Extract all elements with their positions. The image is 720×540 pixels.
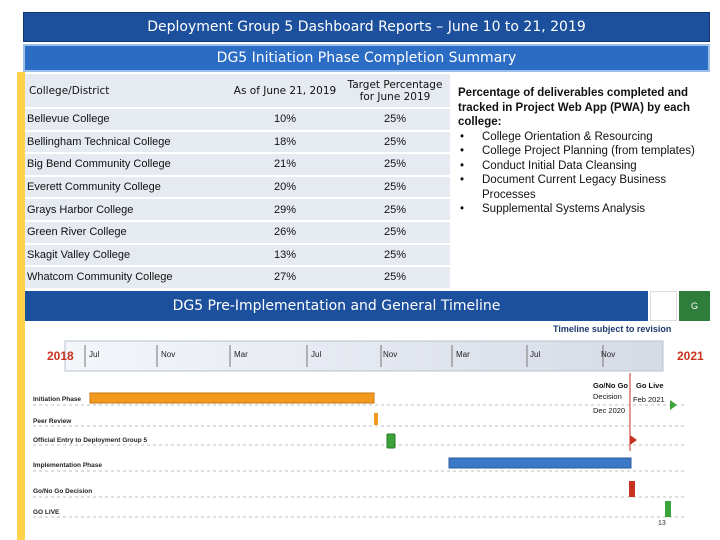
table-row: Grays Harbor College 29% 25%	[25, 198, 450, 222]
column-header-as-of: As of June 21, 2019	[230, 74, 340, 109]
status-badge: G	[679, 291, 710, 321]
timeline-subtitle: Timeline subject to revision	[553, 324, 671, 334]
target-value: 25%	[340, 243, 450, 268]
implementation-phase-bar	[448, 457, 632, 469]
list-item: Conduct Initial Data Cleansing	[458, 159, 706, 174]
target-value: 25%	[340, 220, 450, 245]
month-label: Nov	[161, 350, 175, 359]
dashboard-title: Deployment Group 5 Dashboard Reports – J…	[23, 12, 710, 42]
table-header-row: College/District As of June 21, 2019 Tar…	[25, 74, 450, 109]
month-label: Mar	[456, 350, 470, 359]
college-name: Skagit Valley College	[25, 243, 230, 268]
timeline-gantt: Timeline subject to revision 2018 2021 J…	[33, 324, 704, 527]
completion-summary-table: College/District As of June 21, 2019 Tar…	[25, 74, 450, 290]
college-name: Big Bend Community College	[25, 153, 230, 177]
end-year: 2021	[677, 349, 704, 363]
gantt-row-label: Go/No Go Decision	[33, 488, 92, 495]
timeline-axis-bar	[64, 340, 664, 372]
left-accent-strip	[17, 72, 25, 540]
month-label: Mar	[234, 350, 248, 359]
college-name: Green River College	[25, 220, 230, 245]
gonogo-arrow-icon	[630, 435, 637, 445]
completion-value: 26%	[230, 220, 340, 245]
notes-list: College Orientation & Resourcing College…	[458, 130, 706, 217]
table-row: Bellevue College 10% 25%	[25, 108, 450, 132]
target-value: 25%	[340, 266, 450, 290]
target-value: 25%	[340, 153, 450, 177]
table-row: Big Bend Community College 21% 25%	[25, 153, 450, 177]
gantt-row-label: Initiation Phase	[33, 396, 81, 403]
initiation-phase-bar	[89, 392, 375, 404]
target-value: 25%	[340, 175, 450, 200]
completion-value: 13%	[230, 243, 340, 268]
list-item: Supplemental Systems Analysis	[458, 202, 706, 217]
completion-value: 21%	[230, 153, 340, 177]
section-title: DG5 Initiation Phase Completion Summary	[23, 44, 710, 72]
gonogo-date: Dec 2020	[593, 406, 625, 415]
golive-marker	[665, 501, 671, 517]
start-year: 2018	[47, 349, 74, 363]
completion-value: 18%	[230, 130, 340, 155]
month-label: Jul	[311, 350, 321, 359]
month-label: Jul	[89, 350, 99, 359]
target-value: 25%	[340, 198, 450, 222]
table-row: Everett Community College 20% 25%	[25, 175, 450, 200]
gonogo-sub: Decision	[593, 392, 622, 401]
month-label: Jul	[530, 350, 540, 359]
gantt-row-label: Official Entry to Deployment Group 5	[33, 437, 148, 444]
gantt-row-label: GO LIVE	[33, 509, 60, 516]
table-row: Bellingham Technical College 18% 25%	[25, 130, 450, 155]
completion-value: 10%	[230, 108, 340, 132]
month-label: Nov	[383, 350, 397, 359]
completion-value: 27%	[230, 266, 340, 290]
column-header-target: Target Percentage for June 2019	[340, 74, 450, 109]
completion-value: 29%	[230, 198, 340, 222]
list-item: College Project Planning (from templates…	[458, 144, 706, 159]
deliverables-notes: Percentage of deliverables completed and…	[453, 74, 710, 292]
peer-review-bar	[374, 413, 378, 425]
completion-value: 20%	[230, 175, 340, 200]
notes-title: Percentage of deliverables completed and…	[458, 87, 690, 128]
target-value: 25%	[340, 108, 450, 132]
college-name: Grays Harbor College	[25, 198, 230, 222]
table-row: Whatcom Community College 27% 25%	[25, 266, 450, 290]
college-name: Bellingham Technical College	[25, 130, 230, 155]
month-label: Nov	[601, 350, 615, 359]
gonogo-decision-marker	[629, 481, 635, 497]
golive-label: Go Live	[636, 381, 664, 390]
gantt-row-label: Implementation Phase	[33, 462, 102, 469]
list-item: College Orientation & Resourcing	[458, 130, 706, 145]
gantt-row-label: Peer Review	[33, 418, 72, 425]
table-row: Green River College 26% 25%	[25, 220, 450, 245]
table-row: Skagit Valley College 13% 25%	[25, 243, 450, 268]
column-header-college: College/District	[25, 74, 230, 109]
page-number: 13	[658, 520, 666, 527]
college-name: Everett Community College	[25, 175, 230, 200]
college-name: Whatcom Community College	[25, 266, 230, 290]
target-value: 25%	[340, 130, 450, 155]
timeline-title: DG5 Pre-Implementation and General Timel…	[25, 291, 648, 321]
logo-placeholder	[650, 291, 677, 321]
list-item: Document Current Legacy Business Process…	[458, 173, 706, 202]
official-entry-marker	[386, 433, 396, 449]
college-name: Bellevue College	[25, 108, 230, 132]
golive-date: Feb 2021	[633, 395, 665, 404]
golive-arrow-icon	[670, 400, 677, 410]
gonogo-label: Go/No Go	[593, 381, 628, 390]
